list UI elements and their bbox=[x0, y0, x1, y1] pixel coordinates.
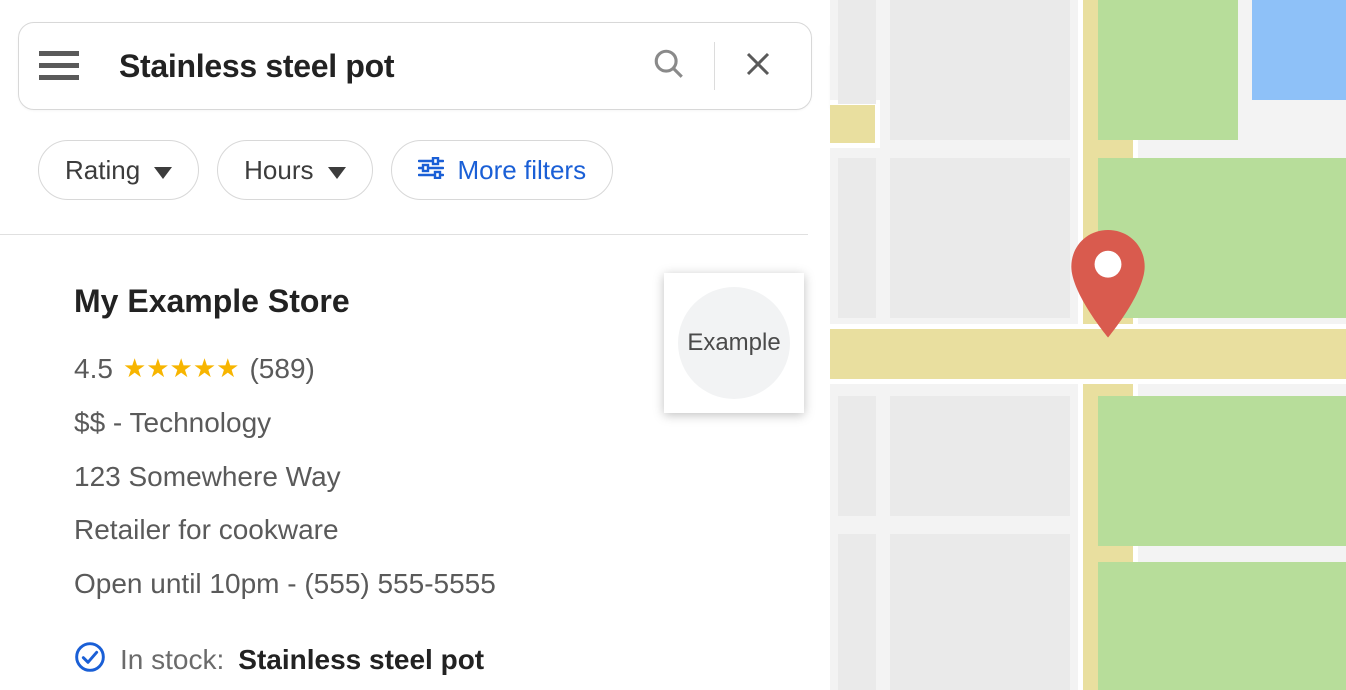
filter-hours[interactable]: Hours bbox=[217, 140, 372, 200]
hours-phone: Open until 10pm - (555) 555-5555 bbox=[74, 565, 774, 603]
app-root: Stainless steel pot Rating bbox=[0, 0, 1346, 690]
rating-value: 4.5 bbox=[74, 350, 113, 388]
search-input[interactable]: Stainless steel pot bbox=[119, 48, 624, 85]
review-count: (589) bbox=[249, 350, 314, 388]
filter-rating[interactable]: Rating bbox=[38, 140, 199, 200]
thumbnail-placeholder: Example bbox=[678, 287, 790, 399]
address: 123 Somewhere Way bbox=[74, 458, 774, 496]
in-stock-item: Stainless steel pot bbox=[238, 644, 484, 676]
map-pin-icon[interactable] bbox=[1068, 230, 1148, 340]
description: Retailer for cookware bbox=[74, 511, 774, 549]
filter-rating-label: Rating bbox=[65, 155, 140, 186]
filter-more-label: More filters bbox=[458, 155, 587, 186]
result-thumbnail[interactable]: Example bbox=[664, 273, 804, 413]
divider bbox=[0, 234, 808, 235]
result-card[interactable]: My Example Store 4.5 ★★★★★ (589) $$ - Te… bbox=[74, 283, 774, 680]
filter-hours-label: Hours bbox=[244, 155, 313, 186]
search-bar: Stainless steel pot bbox=[18, 22, 812, 110]
filter-more[interactable]: More filters bbox=[391, 140, 614, 200]
caret-down-icon bbox=[328, 155, 346, 186]
caret-down-icon bbox=[154, 155, 172, 186]
filters-row: Rating Hours bbox=[38, 140, 830, 200]
sliders-icon bbox=[418, 155, 444, 186]
clear-search-button[interactable] bbox=[715, 49, 801, 84]
search-button[interactable] bbox=[624, 47, 714, 86]
map-canvas[interactable] bbox=[830, 0, 1346, 690]
results-panel: Stainless steel pot Rating bbox=[0, 0, 830, 690]
star-icons: ★★★★★ bbox=[123, 351, 240, 386]
in-stock-row: In stock: Stainless steel pot bbox=[74, 641, 774, 680]
check-circle-icon bbox=[74, 641, 106, 680]
in-stock-label: In stock: bbox=[120, 644, 224, 676]
menu-icon[interactable] bbox=[39, 51, 79, 81]
